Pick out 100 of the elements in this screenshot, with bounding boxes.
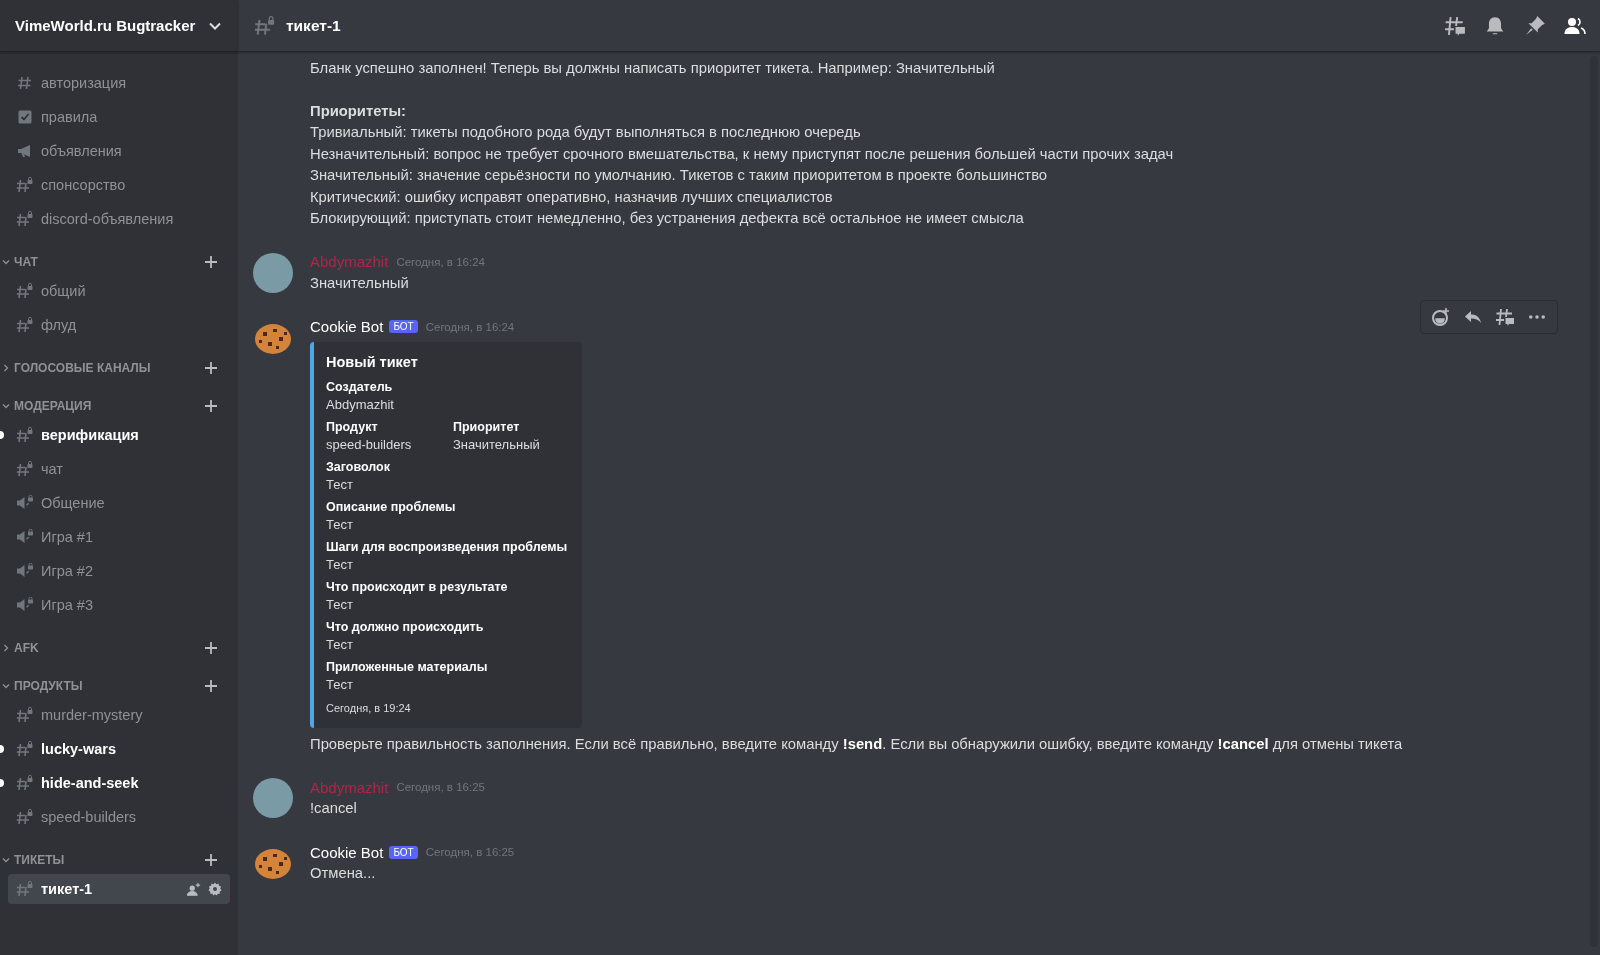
server-header[interactable]: VimeWorld.ru Bugtracker [0,0,238,52]
channel-item[interactable]: общий [8,276,230,306]
timestamp: Сегодня, в 16:24 [425,320,515,333]
locked-hash-icon [16,317,34,333]
category-header[interactable]: ЧАТ [0,250,230,274]
speaker-icon [16,529,34,545]
field-value: Тест [326,476,354,492]
field-value: Тест [326,596,354,612]
locked-hash-icon [16,211,34,227]
channel-item[interactable]: discord-объявления [8,204,230,234]
emoji-plus-icon [1431,306,1451,327]
speaker-icon [16,597,34,613]
locked-hash-icon [16,775,34,791]
message-text: Проверьте правильность заполнения. Если всё правильно, введите команду !send. Если вы обнаружили ошибку, введите команду !cancel для отмены тикета [310,734,1404,754]
channel-item[interactable]: Игра #3 [8,590,230,620]
message-text: !cancel [310,799,358,818]
speaker-icon [16,563,34,579]
add-member-icon[interactable] [187,882,201,896]
category-header[interactable]: ТИКЕТЫ [0,848,230,872]
embed-title: Новый тикет [326,353,419,370]
field-value: Тест [326,636,354,652]
chevron-down-icon [2,402,10,410]
locked-hash-icon [16,881,34,897]
field-name: Создатель [326,379,394,394]
message-text: Бланк успешно заполнен! Теперь вы должны написать приоритет тикета. Например: Значительный [310,59,996,78]
category-header[interactable]: МОДЕРАЦИЯ [0,394,230,418]
settings-icon[interactable] [208,882,222,896]
field-name: Что должно происходить [326,619,485,634]
author-name[interactable]: Cookie Bot [310,843,384,861]
plus-icon[interactable] [204,361,218,375]
channel-item[interactable]: объявления [8,136,230,166]
field-name: Что происходит в результате [326,579,509,594]
threads-icon [1495,306,1515,327]
field-name: Приоритет [453,419,521,434]
chevron-right-icon [2,364,10,372]
field-value: Значительный [453,436,541,452]
hash-icon [16,75,34,91]
locked-hash-icon [16,461,34,477]
category-header[interactable]: ГОЛОСОВЫЕ КАНАЛЫ [0,356,230,380]
field-value: Тест [326,556,354,572]
unread-indicator [0,431,4,439]
locked-hash-icon [16,741,34,757]
message-text: Критический: ошибку исправят оперативно, назначив лучших специалистов [310,187,834,207]
channel-item[interactable]: speed-builders [8,802,230,832]
field-name: Шаги для воспроизведения проблемы [326,539,569,554]
more-icon [1529,314,1545,319]
server-name: VimeWorld.ru Bugtracker [15,17,196,34]
channel-item[interactable]: lucky-wars [8,734,230,764]
channel-item[interactable]: murder-mystery [8,700,230,730]
message-text: Тривиальный: тикеты подобного рода будут выполняться в последнюю очередь [310,123,862,142]
locked-hash-icon [16,809,34,825]
avatar[interactable] [253,778,293,818]
channel-item[interactable]: флуд [8,310,230,340]
chevron-right-icon [2,644,10,652]
timestamp: Сегодня, в 16:25 [396,781,485,793]
channel-item[interactable]: авторизация [8,68,230,98]
plus-icon[interactable] [204,399,218,413]
channel-item[interactable]: Игра #1 [8,522,230,552]
timestamp: Сегодня, в 16:25 [425,846,515,858]
embed-footer: Сегодня, в 19:24 [326,701,570,714]
speaker-icon [16,495,34,511]
plus-icon[interactable] [204,853,218,867]
message-text: Значительный: значение серьёзности по умолчанию. Тикетов с таким приоритетом в проекте большинство [310,166,1049,185]
field-name: Приложенные материалы [326,659,489,674]
locked-hash-icon [16,707,34,723]
threads-icon[interactable] [1444,14,1466,37]
message-text: Отмена... [310,864,377,883]
checkbox-icon [16,109,34,125]
message-text: Блокирующий: приступать стоит немедленно, без устранения дефекта всё остальное не имеет смысла [310,209,1025,228]
channel-item[interactable]: чат [8,454,230,484]
channel-item[interactable]: hide-and-seek [8,768,230,798]
author-name[interactable]: Cookie Bot [310,318,384,335]
locked-hash-icon [16,427,34,443]
locked-hash-icon [16,177,34,193]
channel-item[interactable]: верификация [8,420,230,450]
chevron-down-icon [2,258,10,266]
bell-icon[interactable] [1484,14,1506,37]
category-header[interactable]: ПРОДУКТЫ [0,674,230,698]
field-name: Заговолок [326,459,391,474]
pin-icon[interactable] [1524,14,1546,37]
channel-item[interactable]: правила [8,102,230,132]
locked-hash-icon [254,15,276,36]
chevron-down-icon [2,682,10,690]
field-value: speed-builders [326,436,413,452]
plus-icon[interactable] [204,641,218,655]
field-value: Abdymazhit [326,396,395,412]
channel-item[interactable]: спонсорство [8,170,230,200]
plus-icon[interactable] [204,255,218,269]
locked-hash-icon [16,283,34,299]
category-header[interactable]: AFK [0,636,230,660]
field-value: Тест [326,676,354,692]
plus-icon[interactable] [204,679,218,693]
field-value: Тест [326,516,354,532]
channel-item[interactable]: Общение [8,488,230,518]
channel-item[interactable]: тикет-1 [8,874,230,904]
avatar[interactable] [253,252,293,293]
channel-title: тикет-1 [286,16,342,35]
field-name: Описание проблемы [326,499,457,514]
channel-item[interactable]: Игра #2 [8,556,230,586]
unread-indicator [0,745,4,753]
